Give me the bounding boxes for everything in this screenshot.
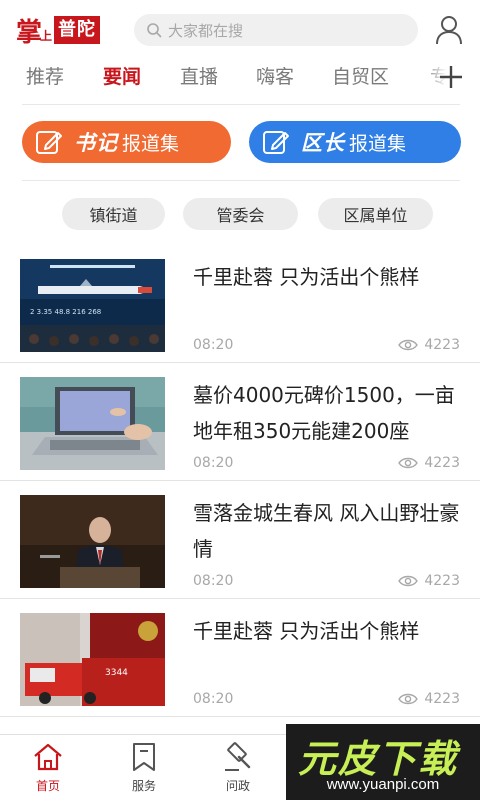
report-label: 报道集 <box>349 132 407 155</box>
pill-district-units[interactable]: 区属单位 <box>318 198 433 230</box>
nav-label: 首页 <box>35 779 60 793</box>
pill-town-streets[interactable]: 镇街道 <box>62 198 165 230</box>
report-label: 报道集 <box>122 132 180 155</box>
news-item[interactable]: 墓价4000元碑价1500，一亩地年租350元能建200座 08:20 4223 <box>0 363 480 481</box>
tab-headlines[interactable]: 要闻 <box>103 62 141 89</box>
news-views: 4223 <box>398 691 460 707</box>
news-view-count: 4223 <box>424 691 460 707</box>
news-time: 08:20 <box>193 691 234 707</box>
divider <box>22 180 460 181</box>
news-view-count: 4223 <box>424 337 460 353</box>
news-views: 4223 <box>398 573 460 589</box>
home-icon <box>34 743 62 771</box>
row-divider <box>0 716 480 717</box>
tab-haike[interactable]: 嗨客 <box>256 62 294 89</box>
nav-label: 问政 <box>225 779 250 793</box>
search-bar[interactable]: 大家都在搜 <box>134 14 418 46</box>
svg-text:2 3.35 48.8 216 268: 2 3.35 48.8 216 268 <box>30 308 101 316</box>
news-views: 4223 <box>398 337 460 353</box>
watermark-url: www.yuanpi.com <box>326 776 440 793</box>
divider <box>22 104 460 105</box>
news-item[interactable]: 3344 千里赴蓉 只为活出个熊样 08:20 4223 <box>0 599 480 717</box>
district-chief-report-button[interactable]: 区长 报道集 <box>249 121 461 163</box>
user-profile-icon[interactable] <box>434 14 464 46</box>
nav-home[interactable]: 首页 <box>18 741 78 799</box>
nav-label: 服务 <box>131 779 156 793</box>
news-title: 千里赴蓉 只为活出个熊样 <box>193 265 420 289</box>
tab-free-trade-zone[interactable]: 自贸区 <box>332 62 389 89</box>
eye-icon <box>398 457 419 469</box>
news-views: 4223 <box>398 455 460 471</box>
svg-text:3344: 3344 <box>105 668 128 678</box>
news-title: 雪落金城生春风 风入山野壮豪情 <box>193 501 460 561</box>
report-calligraphy: 书记 <box>74 130 118 155</box>
channel-tabs: 推荐 要闻 直播 嗨客 自贸区 专 <box>0 58 480 96</box>
news-thumbnail <box>20 377 165 470</box>
edit-icon <box>263 131 289 154</box>
logo-char-zhang: 掌 <box>16 17 42 48</box>
pill-admin-committee[interactable]: 管委会 <box>183 198 298 230</box>
news-view-count: 4223 <box>424 573 460 589</box>
add-channel-icon[interactable] <box>438 64 464 90</box>
news-title: 墓价4000元碑价1500，一亩地年租350元能建200座 <box>193 383 455 443</box>
app-logo[interactable]: 掌 上 普陀 <box>16 14 118 48</box>
edit-icon <box>36 131 62 154</box>
news-time: 08:20 <box>193 337 234 353</box>
app-header: 掌 上 普陀 大家都在搜 <box>0 0 480 58</box>
news-time: 08:20 <box>193 455 234 471</box>
news-view-count: 4223 <box>424 455 460 471</box>
search-icon <box>147 23 162 38</box>
eye-icon <box>398 575 419 587</box>
news-item[interactable]: 雪落金城生春风 风入山野壮豪情 08:20 4223 <box>0 481 480 599</box>
news-thumbnail: 2 3.35 48.8 216 268 <box>20 259 165 352</box>
secretary-report-button[interactable]: 书记 报道集 <box>22 121 231 163</box>
gavel-icon <box>225 742 251 771</box>
watermark-logo: 元皮下载 <box>298 737 459 781</box>
news-item[interactable]: 2 3.35 48.8 216 268 千里赴蓉 只为活出个熊样 08:20 4… <box>0 245 480 363</box>
tab-recommend[interactable]: 推荐 <box>26 62 64 89</box>
bookmark-icon <box>133 743 155 771</box>
news-time: 08:20 <box>193 573 234 589</box>
news-thumbnail: 3344 <box>20 613 165 706</box>
watermark: 元皮下载 www.yuanpi.com <box>286 724 480 800</box>
logo-putuo: 普陀 <box>54 16 101 44</box>
eye-icon <box>398 339 419 351</box>
logo-char-shang: 上 <box>40 28 53 43</box>
search-placeholder: 大家都在搜 <box>168 21 244 40</box>
nav-services[interactable]: 服务 <box>114 741 174 799</box>
report-calligraphy: 区长 <box>301 130 345 155</box>
news-thumbnail <box>20 495 165 588</box>
nav-inquiry[interactable]: 问政 <box>208 741 268 799</box>
tab-live[interactable]: 直播 <box>180 62 218 89</box>
news-title: 千里赴蓉 只为活出个熊样 <box>193 619 420 643</box>
eye-icon <box>398 693 419 705</box>
